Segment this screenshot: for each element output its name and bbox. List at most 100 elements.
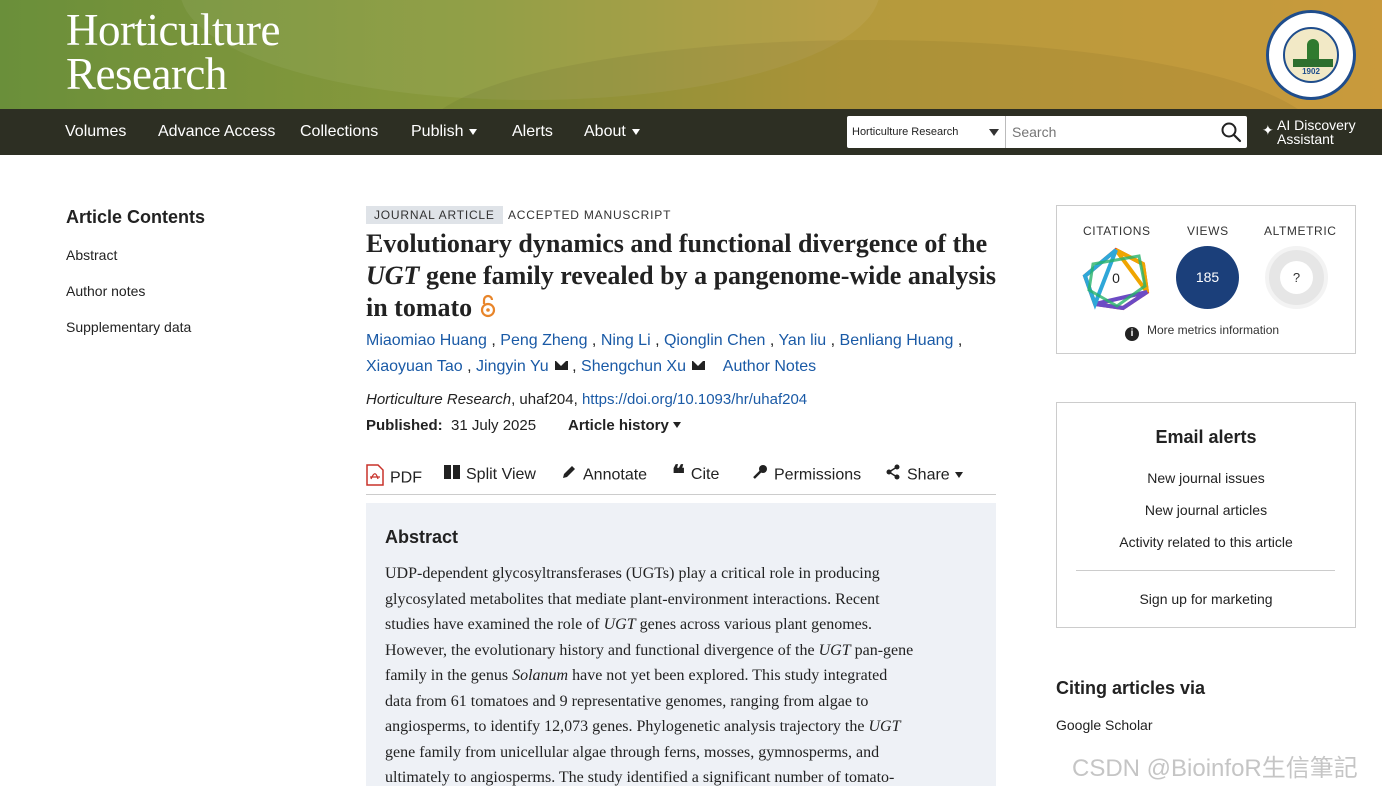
- article-id: , uhaf204,: [511, 391, 582, 408]
- seal-year: 1902: [1302, 67, 1320, 76]
- author-list: Miaomiao Huang , Peng Zheng , Ning Li , …: [366, 332, 963, 375]
- dimensions-citations-badge[interactable]: 0: [1081, 246, 1151, 312]
- watermark: CSDN @BioinfoR生信筆記: [1072, 755, 1358, 782]
- author-link[interactable]: Ning Li: [601, 332, 651, 349]
- abstract-line: family in the genus Solanum have not yet…: [385, 667, 888, 684]
- views-label: VIEWS: [1187, 224, 1229, 238]
- annotate-button[interactable]: Annotate: [561, 464, 647, 486]
- author-link[interactable]: Peng Zheng: [500, 332, 587, 349]
- pdf-icon: [366, 464, 384, 493]
- author-link[interactable]: Miaomiao Huang: [366, 332, 487, 349]
- published-date: 31 July 2025: [451, 417, 537, 434]
- chevron-down-icon: [469, 128, 478, 135]
- share-button[interactable]: Share: [885, 464, 963, 486]
- email-alerts-title: Email alerts: [1155, 427, 1257, 447]
- chevron-down-icon: [631, 128, 640, 135]
- chevron-down-icon: [672, 422, 681, 428]
- altmetric-badge[interactable]: ?: [1265, 246, 1328, 309]
- nav-collections[interactable]: Collections: [300, 109, 378, 155]
- split-view-icon: [444, 464, 460, 486]
- more-metrics-link[interactable]: i More metrics information: [1125, 323, 1279, 341]
- quote-icon: ❝: [672, 461, 685, 488]
- search-input[interactable]: [1007, 116, 1217, 148]
- author-link[interactable]: Qionglin Chen: [664, 332, 765, 349]
- journal-name: Horticulture Research: [366, 391, 512, 408]
- pdf-button[interactable]: PDF: [366, 464, 422, 487]
- abstract-text: UDP-dependent glycosyltransferases (UGTs…: [385, 561, 985, 786]
- author-link[interactable]: Jingyin Yu: [476, 358, 549, 375]
- share-icon: [885, 464, 901, 487]
- nav-publish[interactable]: Publish: [411, 109, 478, 155]
- author-link[interactable]: Shengchun Xu: [581, 358, 686, 375]
- divider: [1076, 570, 1335, 571]
- citation-line: Horticulture Research, uhaf204, https://…: [366, 391, 807, 408]
- article-title: Evolutionary dynamics and functional div…: [366, 228, 996, 326]
- contents-link-abstract[interactable]: Abstract: [66, 247, 117, 263]
- article-contents-title: Article Contents: [66, 207, 206, 227]
- ai-label-line1: AI Discovery: [1277, 117, 1356, 133]
- abstract-line: However, the evolutionary history and fu…: [385, 641, 914, 659]
- nav-advance-access[interactable]: Advance Access: [158, 109, 275, 155]
- abstract-line: gene family from unicellular algae throu…: [385, 743, 880, 761]
- email-alerts-panel: Email alerts New journal issues New jour…: [1056, 402, 1356, 628]
- abstract-line: studies have examined the role of UGT ge…: [385, 616, 872, 633]
- seal-ribbon: [1293, 59, 1333, 67]
- search-scope-select[interactable]: Horticulture Research: [847, 116, 1006, 148]
- info-icon: i: [1125, 327, 1139, 341]
- email-icon[interactable]: [554, 361, 568, 370]
- article-history-dropdown[interactable]: Article history: [568, 417, 681, 434]
- citations-value: 0: [1112, 270, 1120, 286]
- nav-alerts[interactable]: Alerts: [512, 109, 553, 155]
- author-link[interactable]: Benliang Huang: [840, 332, 954, 349]
- alert-new-articles-link[interactable]: New journal articles: [1057, 502, 1355, 518]
- marketing-signup-link[interactable]: Sign up for marketing: [1057, 591, 1355, 607]
- email-icon[interactable]: [692, 361, 705, 370]
- nav-about[interactable]: About: [584, 109, 640, 155]
- abstract-line: glycosylated metabolites that mediate pl…: [385, 590, 880, 608]
- article-toolbar: PDF Split View Annotate ❝ Cite Permission…: [366, 458, 996, 495]
- citing-articles-title: Citing articles via: [1056, 678, 1206, 698]
- metrics-panel: CITATIONS VIEWS ALTMETRIC 0 185 ? i More …: [1056, 205, 1356, 354]
- views-count-badge: 185: [1176, 246, 1239, 309]
- abstract-line: UDP-dependent glycosyltransferases (UGTs…: [385, 565, 880, 582]
- citations-label: CITATIONS: [1083, 224, 1151, 238]
- search-bar: Horticulture Research: [847, 116, 1247, 148]
- published-line: Published: 31 July 2025: [366, 417, 536, 434]
- permissions-button[interactable]: Permissions: [752, 464, 861, 486]
- author-link[interactable]: Yan liu: [778, 332, 826, 349]
- article-type-tag: JOURNAL ARTICLE: [366, 206, 503, 224]
- university-seal-logo[interactable]: 1902: [1266, 10, 1356, 100]
- seal-emblem: 1902: [1283, 27, 1339, 83]
- abstract-line: ultimately to angiosperms. The study ide…: [385, 769, 895, 786]
- header-banner: Horticulture Research 1902: [0, 0, 1382, 109]
- altmetric-value: ?: [1280, 261, 1313, 294]
- open-access-icon: [480, 294, 496, 326]
- cite-button[interactable]: ❝ Cite: [672, 461, 719, 488]
- altmetric-label: ALTMETRIC: [1264, 224, 1337, 238]
- journal-name-line1: Horticulture: [66, 5, 280, 55]
- dropdown-caret-icon: [989, 129, 999, 136]
- google-scholar-link[interactable]: Google Scholar: [1056, 717, 1153, 733]
- ai-label-line2: Assistant: [1277, 131, 1334, 147]
- journal-name-line2: Research: [66, 49, 227, 99]
- abstract-section: Abstract UDP-dependent glycosyltransfera…: [366, 503, 996, 786]
- nav-volumes[interactable]: Volumes: [65, 109, 126, 155]
- alert-new-issues-link[interactable]: New journal issues: [1057, 470, 1355, 486]
- contents-link-supplementary[interactable]: Supplementary data: [66, 319, 191, 335]
- abstract-line: data from 61 tomatoes and 9 representati…: [385, 692, 869, 710]
- abstract-line: angiosperms, to identify 12,073 genes. P…: [385, 718, 901, 735]
- abstract-title: Abstract: [385, 527, 459, 547]
- journal-logo[interactable]: Horticulture Research: [66, 5, 280, 99]
- seal-tree-icon: [1307, 39, 1319, 61]
- alert-activity-link[interactable]: Activity related to this article: [1057, 534, 1355, 550]
- author-link[interactable]: Xiaoyuan Tao: [366, 358, 463, 375]
- article-status-tag: ACCEPTED MANUSCRIPT: [508, 208, 672, 222]
- split-view-button[interactable]: Split View: [444, 464, 536, 486]
- author-notes-link[interactable]: Author Notes: [723, 358, 816, 375]
- contents-link-author-notes[interactable]: Author notes: [66, 283, 145, 299]
- sparkle-icon: ✦: [1262, 122, 1274, 138]
- pencil-icon: [561, 464, 577, 487]
- doi-link[interactable]: https://doi.org/10.1093/hr/uhaf204: [582, 391, 807, 408]
- search-icon[interactable]: [1219, 120, 1243, 144]
- published-label: Published:: [366, 417, 443, 434]
